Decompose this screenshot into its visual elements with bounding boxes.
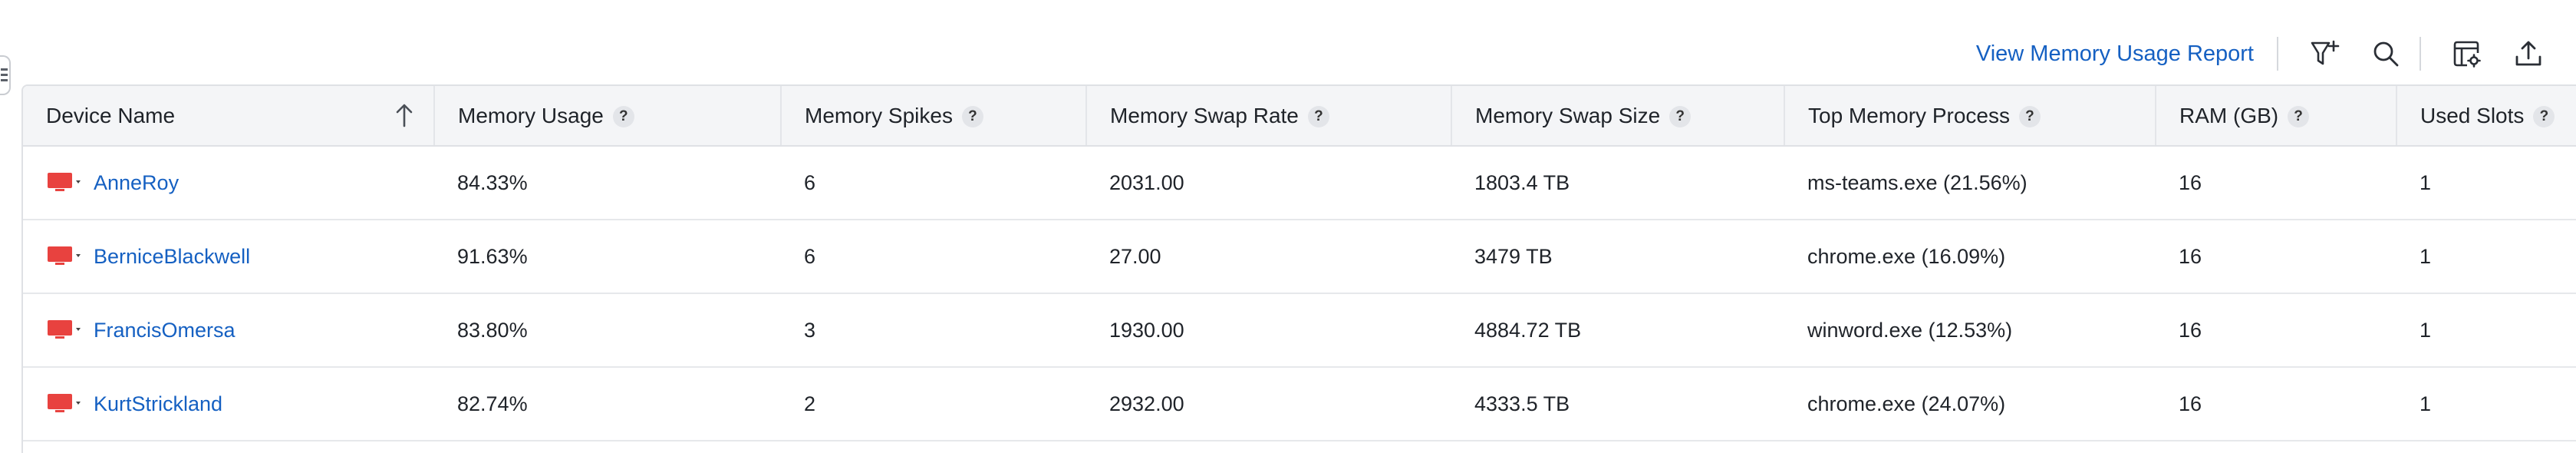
memory-spikes-cell: 3: [781, 293, 1086, 368]
device-name-cell: FrancisOmersa: [23, 293, 434, 368]
search-icon: [2373, 41, 2399, 67]
filter-add-icon: [2311, 40, 2340, 65]
desktop-device-icon[interactable]: [46, 243, 83, 269]
toolbar: View Memory Usage Report: [1976, 23, 2559, 84]
column-header-top-memory-process[interactable]: Top Memory Process?: [1784, 86, 2156, 147]
desktop-device-icon[interactable]: [46, 391, 83, 417]
column-header-memory-usage[interactable]: Memory Usage?: [434, 86, 782, 147]
table-row: BerniceBlackwell 91.63% 6 27.00 3479 TB …: [23, 220, 2576, 294]
top-memory-process-cell: chrome.exe (24.07%): [1784, 367, 2156, 441]
memory-usage-cell: 83.80%: [434, 293, 781, 368]
device-name-cell: KurtStrickland: [23, 367, 434, 441]
ram-cell: 16: [2156, 146, 2396, 220]
memory-table-container: Device Name Memory Usage? Memory Spikes?…: [21, 84, 2576, 453]
memory-usage-cell: 84.33%: [434, 146, 781, 220]
used-slots-cell: 1: [2396, 367, 2576, 441]
column-header-label: Device Name: [46, 103, 176, 127]
help-icon[interactable]: ?: [2288, 106, 2310, 128]
column-settings-button[interactable]: [2446, 32, 2489, 75]
memory-usage-cell: 82.74%: [434, 367, 781, 441]
column-header-memory-spikes[interactable]: Memory Spikes?: [781, 86, 1087, 147]
help-icon[interactable]: ?: [612, 106, 634, 128]
memory-usage-cell: 91.63%: [434, 220, 781, 294]
memory-swap-size-cell: 1803.4 TB: [1451, 146, 1784, 220]
memory-swap-size-cell: 4884.72 TB: [1451, 293, 1784, 368]
column-header-label: Memory Swap Size: [1475, 103, 1661, 127]
search-button[interactable]: [2364, 32, 2407, 75]
memory-swap-rate-cell: 27.00: [1086, 220, 1451, 294]
device-name-cell: AnneRoy: [23, 146, 434, 220]
memory-swap-rate-cell: 2932.00: [1086, 367, 1451, 441]
ram-cell: 16: [2156, 367, 2396, 441]
help-icon[interactable]: ?: [961, 106, 983, 128]
memory-swap-rate-cell: 1930.00: [1086, 293, 1451, 368]
column-header-label: Memory Usage: [458, 103, 604, 127]
memory-spikes-cell: 6: [781, 146, 1086, 220]
device-name-link[interactable]: BerniceBlackwell: [94, 245, 250, 269]
toolbar-divider: [2420, 37, 2421, 71]
ram-cell: 16: [2156, 220, 2396, 294]
column-header-memory-swap-rate[interactable]: Memory Swap Rate?: [1086, 86, 1452, 147]
column-header-device-name[interactable]: Device Name: [23, 86, 435, 147]
export-icon: [2515, 41, 2541, 66]
used-slots-cell: 1: [2396, 146, 2576, 220]
device-name-link[interactable]: FrancisOmersa: [94, 319, 236, 342]
desktop-device-icon[interactable]: [46, 317, 83, 343]
side-panel-toggle[interactable]: [0, 55, 11, 95]
column-header-label: Top Memory Process: [1808, 103, 2010, 127]
memory-swap-rate-cell: 2031.00: [1086, 146, 1451, 220]
table-row: AnneRoy 84.33% 6 2031.00 1803.4 TB ms-te…: [23, 146, 2576, 220]
sort-ascending-icon[interactable]: [392, 101, 417, 129]
table-row: FrancisOmersa 83.80% 3 1930.00 4884.72 T…: [23, 293, 2576, 368]
toolbar-divider: [2277, 37, 2278, 71]
memory-swap-size-cell: 4333.5 TB: [1451, 367, 1784, 441]
used-slots-cell: 1: [2396, 293, 2576, 368]
top-memory-process-cell: ms-teams.exe (21.56%): [1784, 146, 2156, 220]
column-header-used-slots[interactable]: Used Slots?: [2396, 86, 2576, 147]
memory-swap-size-cell: 3479 TB: [1451, 220, 1784, 294]
help-icon[interactable]: ?: [2018, 106, 2041, 128]
help-icon[interactable]: ?: [1307, 106, 1329, 128]
filter-add-button[interactable]: [2303, 32, 2346, 75]
help-icon[interactable]: ?: [1669, 106, 1692, 128]
device-name-link[interactable]: AnneRoy: [94, 171, 179, 195]
desktop-device-icon[interactable]: [46, 170, 83, 196]
table-header-row: Device Name Memory Usage? Memory Spikes?…: [23, 86, 2576, 147]
ram-cell: 16: [2156, 293, 2396, 368]
column-header-label: RAM (GB): [2179, 103, 2279, 127]
memory-usage-table: Device Name Memory Usage? Memory Spikes?…: [23, 86, 2576, 441]
menu-icon: [1, 68, 8, 84]
column-header-ram[interactable]: RAM (GB)?: [2156, 86, 2397, 147]
view-memory-usage-report-link[interactable]: View Memory Usage Report: [1976, 41, 2254, 67]
table-row: KurtStrickland 82.74% 2 2932.00 4333.5 T…: [23, 367, 2576, 441]
used-slots-cell: 1: [2396, 220, 2576, 294]
column-header-label: Memory Spikes: [805, 103, 953, 127]
memory-spikes-cell: 6: [781, 220, 1086, 294]
column-settings-icon: [2453, 41, 2481, 68]
memory-spikes-cell: 2: [781, 367, 1086, 441]
column-header-label: Memory Swap Rate: [1110, 103, 1299, 127]
device-name-link[interactable]: KurtStrickland: [94, 392, 222, 416]
column-header-memory-swap-size[interactable]: Memory Swap Size?: [1451, 86, 1785, 147]
device-name-cell: BerniceBlackwell: [23, 220, 434, 294]
top-memory-process-cell: winword.exe (12.53%): [1784, 293, 2156, 368]
column-header-label: Used Slots: [2420, 103, 2525, 127]
export-button[interactable]: [2507, 32, 2550, 75]
help-icon[interactable]: ?: [2533, 106, 2555, 128]
top-memory-process-cell: chrome.exe (16.09%): [1784, 220, 2156, 294]
